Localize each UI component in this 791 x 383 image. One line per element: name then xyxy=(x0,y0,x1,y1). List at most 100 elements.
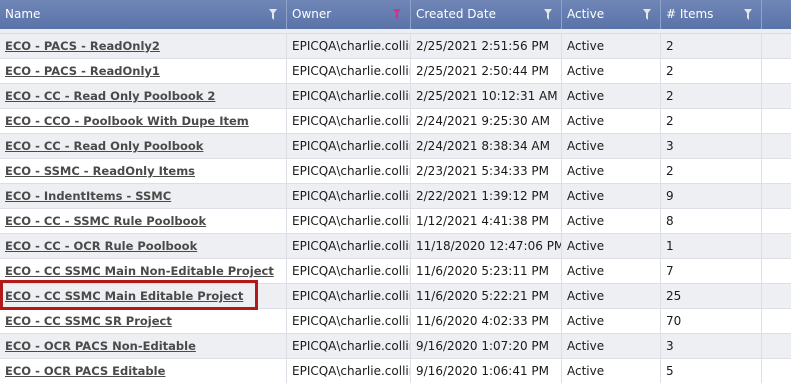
cell-owner: EPICQA\charlie.collins xyxy=(287,134,411,158)
cell-created-date: 9/16/2020 1:07:20 PM xyxy=(411,334,562,358)
cell-created-date: 2/25/2021 2:51:56 PM xyxy=(411,34,562,58)
cell-spacer xyxy=(762,184,791,208)
cell-active: Active xyxy=(562,359,661,383)
cell-items: 2 xyxy=(661,109,762,133)
cell-spacer xyxy=(762,134,791,158)
cell-owner: EPICQA\charlie.collins xyxy=(287,34,411,58)
cell-name: ECO - OCR PACS Non-Editable xyxy=(0,334,287,358)
project-link[interactable]: ECO - OCR PACS Non-Editable xyxy=(5,339,196,353)
cell-name: ECO - PACS - ReadOnly2 xyxy=(0,34,287,58)
cell-spacer xyxy=(762,34,791,58)
cell-active: Active xyxy=(562,234,661,258)
table-row[interactable]: ECO - CC - Read Only Poolbook EPICQA\char… xyxy=(0,134,791,159)
cell-created-date: 11/6/2020 5:22:21 PM xyxy=(411,284,562,308)
filter-icon[interactable] xyxy=(744,9,752,20)
cell-active: Active xyxy=(562,259,661,283)
filter-icon[interactable] xyxy=(643,9,651,20)
cell-spacer xyxy=(762,209,791,233)
project-link[interactable]: ECO - CC - Read Only Poolbook 2 xyxy=(5,89,215,103)
column-header-created-date-label: Created Date xyxy=(416,7,496,21)
cell-items: 2 xyxy=(661,59,762,83)
cell-created-date: 11/6/2020 4:02:33 PM xyxy=(411,309,562,333)
cell-active: Active xyxy=(562,109,661,133)
filter-active-icon[interactable] xyxy=(393,9,401,20)
project-link[interactable]: ECO - CCO - Poolbook With Dupe Item xyxy=(5,114,249,128)
column-header-created-date[interactable]: Created Date xyxy=(411,0,562,29)
column-header-active-label: Active xyxy=(567,7,605,21)
cell-active: Active xyxy=(562,309,661,333)
cell-name: ECO - CC - OCR Rule Poolbook xyxy=(0,234,287,258)
project-link[interactable]: ECO - PACS - ReadOnly1 xyxy=(5,64,160,78)
cell-items: 1 xyxy=(661,234,762,258)
project-link[interactable]: ECO - PACS - ReadOnly2 xyxy=(5,39,160,53)
cell-name: ECO - CC - Read Only Poolbook xyxy=(0,134,287,158)
project-link[interactable]: ECO - CC - OCR Rule Poolbook xyxy=(5,239,197,253)
table-row[interactable]: ECO - PACS - ReadOnly2 EPICQA\charlie.col… xyxy=(0,34,791,59)
project-link[interactable]: ECO - IndentItems - SSMC xyxy=(5,189,171,203)
cell-spacer xyxy=(762,359,791,383)
project-link[interactable]: ECO - CC - SSMC Rule Poolbook xyxy=(5,214,206,228)
cell-name: ECO - IndentItems - SSMC xyxy=(0,184,287,208)
grid-body: ECO - PACS - ReadOnly2 EPICQA\charlie.col… xyxy=(0,34,791,383)
project-link[interactable]: ECO - CC - Read Only Poolbook xyxy=(5,139,203,153)
project-link[interactable]: ECO - CC SSMC Main Non-Editable Project xyxy=(5,264,274,278)
cell-name: ECO - CC SSMC SR Project xyxy=(0,309,287,333)
column-header-name-label: Name xyxy=(5,7,41,21)
table-row[interactable]: ECO - CCO - Poolbook With Dupe Item EPICQ… xyxy=(0,109,791,134)
grid-header: Name Owner Created Date Active # Items xyxy=(0,0,791,30)
cell-name: ECO - SSMC - ReadOnly Items xyxy=(0,159,287,183)
filter-icon[interactable] xyxy=(269,9,277,20)
table-row[interactable]: ECO - OCR PACS Editable EPICQA\charlie.co… xyxy=(0,359,791,383)
cell-owner: EPICQA\charlie.collins xyxy=(287,59,411,83)
table-row[interactable]: ECO - PACS - ReadOnly1 EPICQA\charlie.col… xyxy=(0,59,791,84)
table-row[interactable]: ECO - CC - SSMC Rule Poolbook EPICQA\char… xyxy=(0,209,791,234)
cell-spacer xyxy=(762,309,791,333)
column-header-active[interactable]: Active xyxy=(562,0,661,29)
cell-created-date: 2/24/2021 9:25:30 AM xyxy=(411,109,562,133)
cell-name: ECO - PACS - ReadOnly1 xyxy=(0,59,287,83)
cell-owner: EPICQA\charlie.collins xyxy=(287,334,411,358)
table-row[interactable]: ECO - SSMC - ReadOnly Items EPICQA\charli… xyxy=(0,159,791,184)
cell-created-date: 2/25/2021 2:50:44 PM xyxy=(411,59,562,83)
column-header-items[interactable]: # Items xyxy=(661,0,762,29)
cell-active: Active xyxy=(562,209,661,233)
cell-items: 2 xyxy=(661,84,762,108)
table-row[interactable]: ECO - CC SSMC Main Non-Editable Project E… xyxy=(0,259,791,284)
cell-active: Active xyxy=(562,59,661,83)
cell-spacer xyxy=(762,159,791,183)
cell-owner: EPICQA\charlie.collins xyxy=(287,259,411,283)
cell-items: 3 xyxy=(661,134,762,158)
table-row[interactable]: ECO - CC - Read Only Poolbook 2 EPICQA\ch… xyxy=(0,84,791,109)
table-row[interactable]: ECO - OCR PACS Non-Editable EPICQA\charli… xyxy=(0,334,791,359)
project-link[interactable]: ECO - CC SSMC SR Project xyxy=(5,314,172,328)
cell-owner: EPICQA\charlie.collins xyxy=(287,234,411,258)
cell-spacer xyxy=(762,84,791,108)
cell-owner: EPICQA\charlie.collins xyxy=(287,309,411,333)
cell-name: ECO - OCR PACS Editable xyxy=(0,359,287,383)
table-row[interactable]: ECO - CC - OCR Rule Poolbook EPICQA\charl… xyxy=(0,234,791,259)
cell-items: 70 xyxy=(661,309,762,333)
cell-created-date: 11/6/2020 5:23:11 PM xyxy=(411,259,562,283)
column-header-name[interactable]: Name xyxy=(0,0,287,29)
cell-items: 7 xyxy=(661,259,762,283)
cell-items: 2 xyxy=(661,34,762,58)
column-header-owner[interactable]: Owner xyxy=(287,0,411,29)
cell-items: 8 xyxy=(661,209,762,233)
cell-active: Active xyxy=(562,184,661,208)
cell-spacer xyxy=(762,109,791,133)
cell-active: Active xyxy=(562,134,661,158)
column-header-items-label: # Items xyxy=(666,7,714,21)
table-row[interactable]: ECO - IndentItems - SSMC EPICQA\charlie.c… xyxy=(0,184,791,209)
projects-grid: Name Owner Created Date Active # Items E… xyxy=(0,0,791,383)
table-row[interactable]: ECO - CC SSMC SR Project EPICQA\charlie.c… xyxy=(0,309,791,334)
cell-spacer xyxy=(762,234,791,258)
cell-items: 2 xyxy=(661,159,762,183)
table-row[interactable]: ECO - CC SSMC Main Editable Project EPICQ… xyxy=(0,284,791,309)
project-link[interactable]: ECO - CC SSMC Main Editable Project xyxy=(5,289,243,303)
filter-icon[interactable] xyxy=(544,9,552,20)
cell-spacer xyxy=(762,284,791,308)
cell-active: Active xyxy=(562,284,661,308)
project-link[interactable]: ECO - OCR PACS Editable xyxy=(5,364,165,378)
column-header-spacer xyxy=(762,0,791,29)
project-link[interactable]: ECO - SSMC - ReadOnly Items xyxy=(5,164,195,178)
